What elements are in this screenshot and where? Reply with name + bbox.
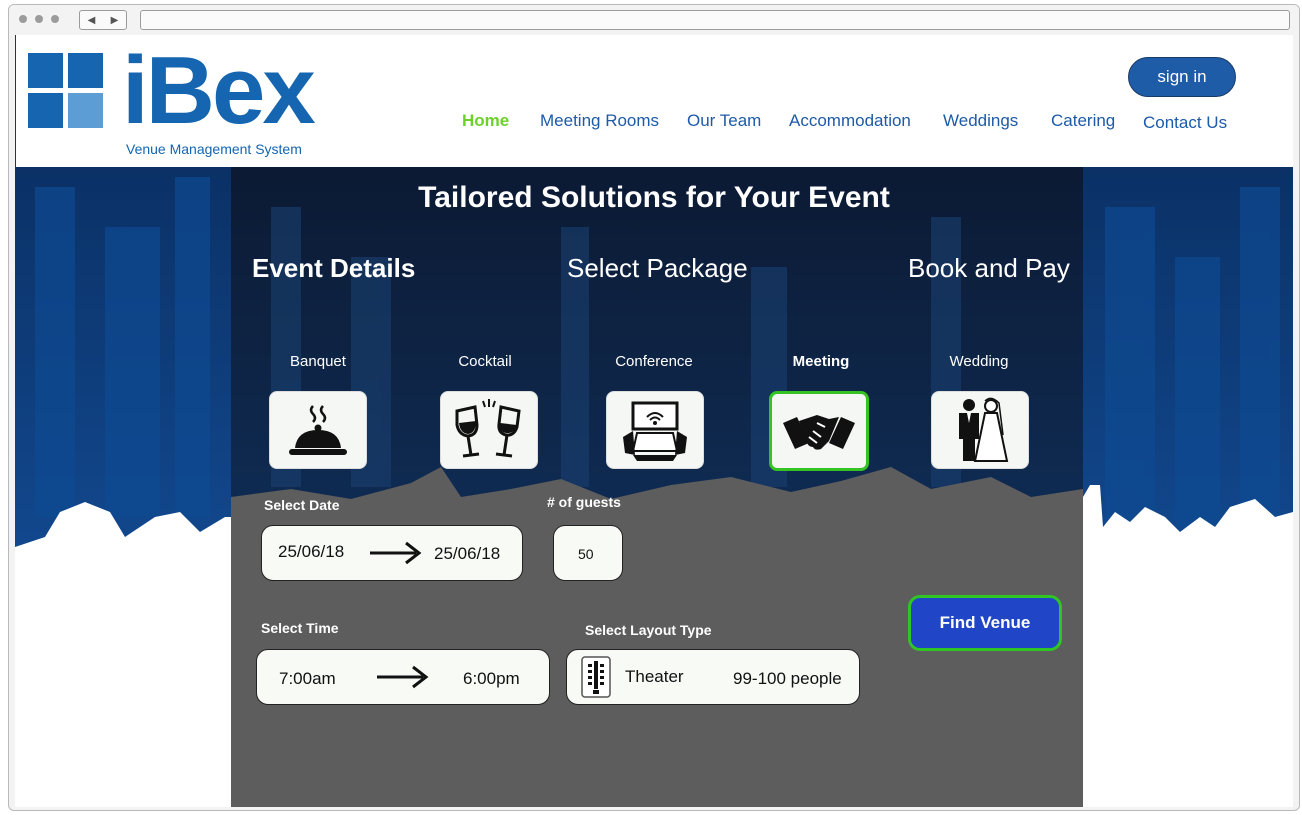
event-tile-cocktail[interactable]	[440, 391, 538, 469]
event-label-banquet: Banquet	[290, 353, 346, 370]
nav-meeting-rooms[interactable]: Meeting Rooms	[540, 111, 659, 131]
conference-table-icon	[623, 401, 687, 461]
event-tile-meeting[interactable]	[769, 391, 869, 471]
window-close-dot[interactable]	[19, 15, 27, 23]
nav-home[interactable]: Home	[462, 111, 509, 131]
layout-capacity: 99-100 people	[733, 669, 842, 688]
event-label-meeting: Meeting	[792, 353, 850, 370]
arrow-right-icon	[370, 541, 422, 565]
cloche-icon	[289, 405, 347, 455]
brand-tagline: Venue Management System	[126, 141, 302, 157]
time-to-value[interactable]: 6:00pm	[463, 669, 520, 689]
nav-weddings[interactable]: Weddings	[943, 111, 1018, 131]
theater-layout-icon	[581, 656, 611, 698]
layout-name: Theater	[625, 667, 684, 686]
site-header: iBex Venue Management System Home Meetin…	[15, 35, 1293, 167]
event-tile-banquet[interactable]	[269, 391, 367, 469]
forward-arrow-icon[interactable]: ▶	[105, 15, 125, 26]
brand-logo-text[interactable]: iBex	[122, 41, 316, 141]
event-tile-conference[interactable]	[606, 391, 704, 469]
cheers-glasses-icon	[455, 399, 521, 458]
event-tile-wedding[interactable]	[931, 391, 1029, 469]
guests-value[interactable]: 50	[578, 546, 594, 562]
find-venue-button[interactable]: Find Venue	[908, 595, 1062, 651]
date-range-field[interactable]: 25/06/18 25/06/18	[261, 525, 523, 581]
logo-squares-icon	[28, 53, 104, 129]
wedding-couple-icon	[959, 397, 1009, 462]
nav-contact-us[interactable]: Contact Us	[1143, 113, 1227, 133]
history-buttons: ◀ ▶	[79, 10, 127, 30]
step-select-package[interactable]: Select Package	[567, 253, 748, 284]
browser-chrome: ◀ ▶	[9, 5, 1299, 35]
date-to-value[interactable]: 25/06/18	[434, 544, 500, 564]
window-zoom-dot[interactable]	[51, 15, 59, 23]
select-layout-label: Select Layout Type	[585, 622, 712, 638]
browser-window: ◀ ▶ iBex Venue Management System Home Me…	[8, 4, 1300, 811]
nav-our-team[interactable]: Our Team	[687, 111, 761, 131]
date-from-value[interactable]: 25/06/18	[278, 542, 344, 562]
address-bar[interactable]	[140, 10, 1290, 30]
guests-label: # of guests	[547, 494, 621, 510]
time-range-field[interactable]: 7:00am 6:00pm	[256, 649, 550, 705]
arrow-right-icon	[377, 665, 429, 689]
event-label-conference: Conference	[615, 353, 693, 370]
guests-input[interactable]: 50	[553, 525, 623, 581]
step-book-and-pay[interactable]: Book and Pay	[908, 253, 1070, 284]
web-page: iBex Venue Management System Home Meetin…	[15, 35, 1293, 807]
nav-catering[interactable]: Catering	[1051, 111, 1115, 131]
layout-type-select[interactable]: Theater 99-100 people	[566, 649, 860, 705]
select-date-label: Select Date	[264, 497, 340, 513]
window-minimize-dot[interactable]	[35, 15, 43, 23]
back-arrow-icon[interactable]: ◀	[82, 15, 102, 26]
event-label-wedding: Wedding	[949, 353, 1009, 370]
event-label-cocktail: Cocktail	[458, 353, 512, 370]
nav-accommodation[interactable]: Accommodation	[789, 111, 911, 131]
hero-title: Tailored Solutions for Your Event	[418, 181, 890, 214]
step-event-details[interactable]: Event Details	[252, 253, 415, 284]
sign-in-button[interactable]: sign in	[1128, 57, 1236, 97]
time-from-value[interactable]: 7:00am	[279, 669, 336, 689]
select-time-label: Select Time	[261, 620, 339, 636]
handshake-icon	[783, 415, 855, 450]
